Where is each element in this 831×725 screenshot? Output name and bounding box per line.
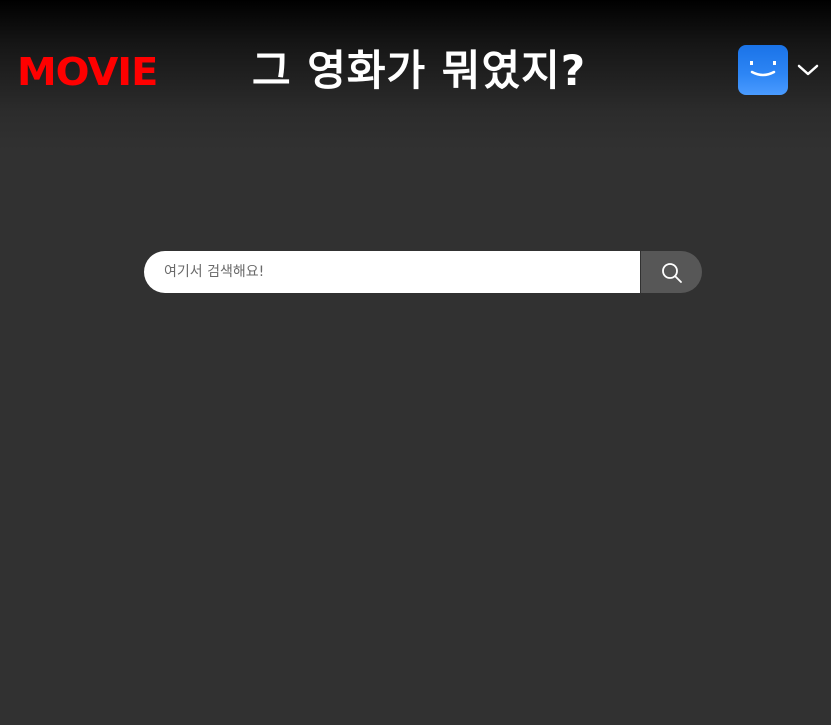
profile-menu-button[interactable] <box>738 45 824 95</box>
smiley-face-icon <box>750 61 776 77</box>
search-input[interactable] <box>144 251 640 293</box>
search-button[interactable] <box>641 251 702 293</box>
chevron-down-icon[interactable] <box>796 60 820 80</box>
search-bar <box>144 251 702 293</box>
header: MOVIE 그 영화가 뭐였지? <box>0 0 831 150</box>
page: MOVIE 그 영화가 뭐였지? <box>0 0 831 725</box>
page-title: 그 영화가 뭐였지? <box>252 46 587 95</box>
logo[interactable]: MOVIE <box>17 48 158 96</box>
search-icon <box>662 263 682 283</box>
avatar[interactable] <box>738 45 788 95</box>
